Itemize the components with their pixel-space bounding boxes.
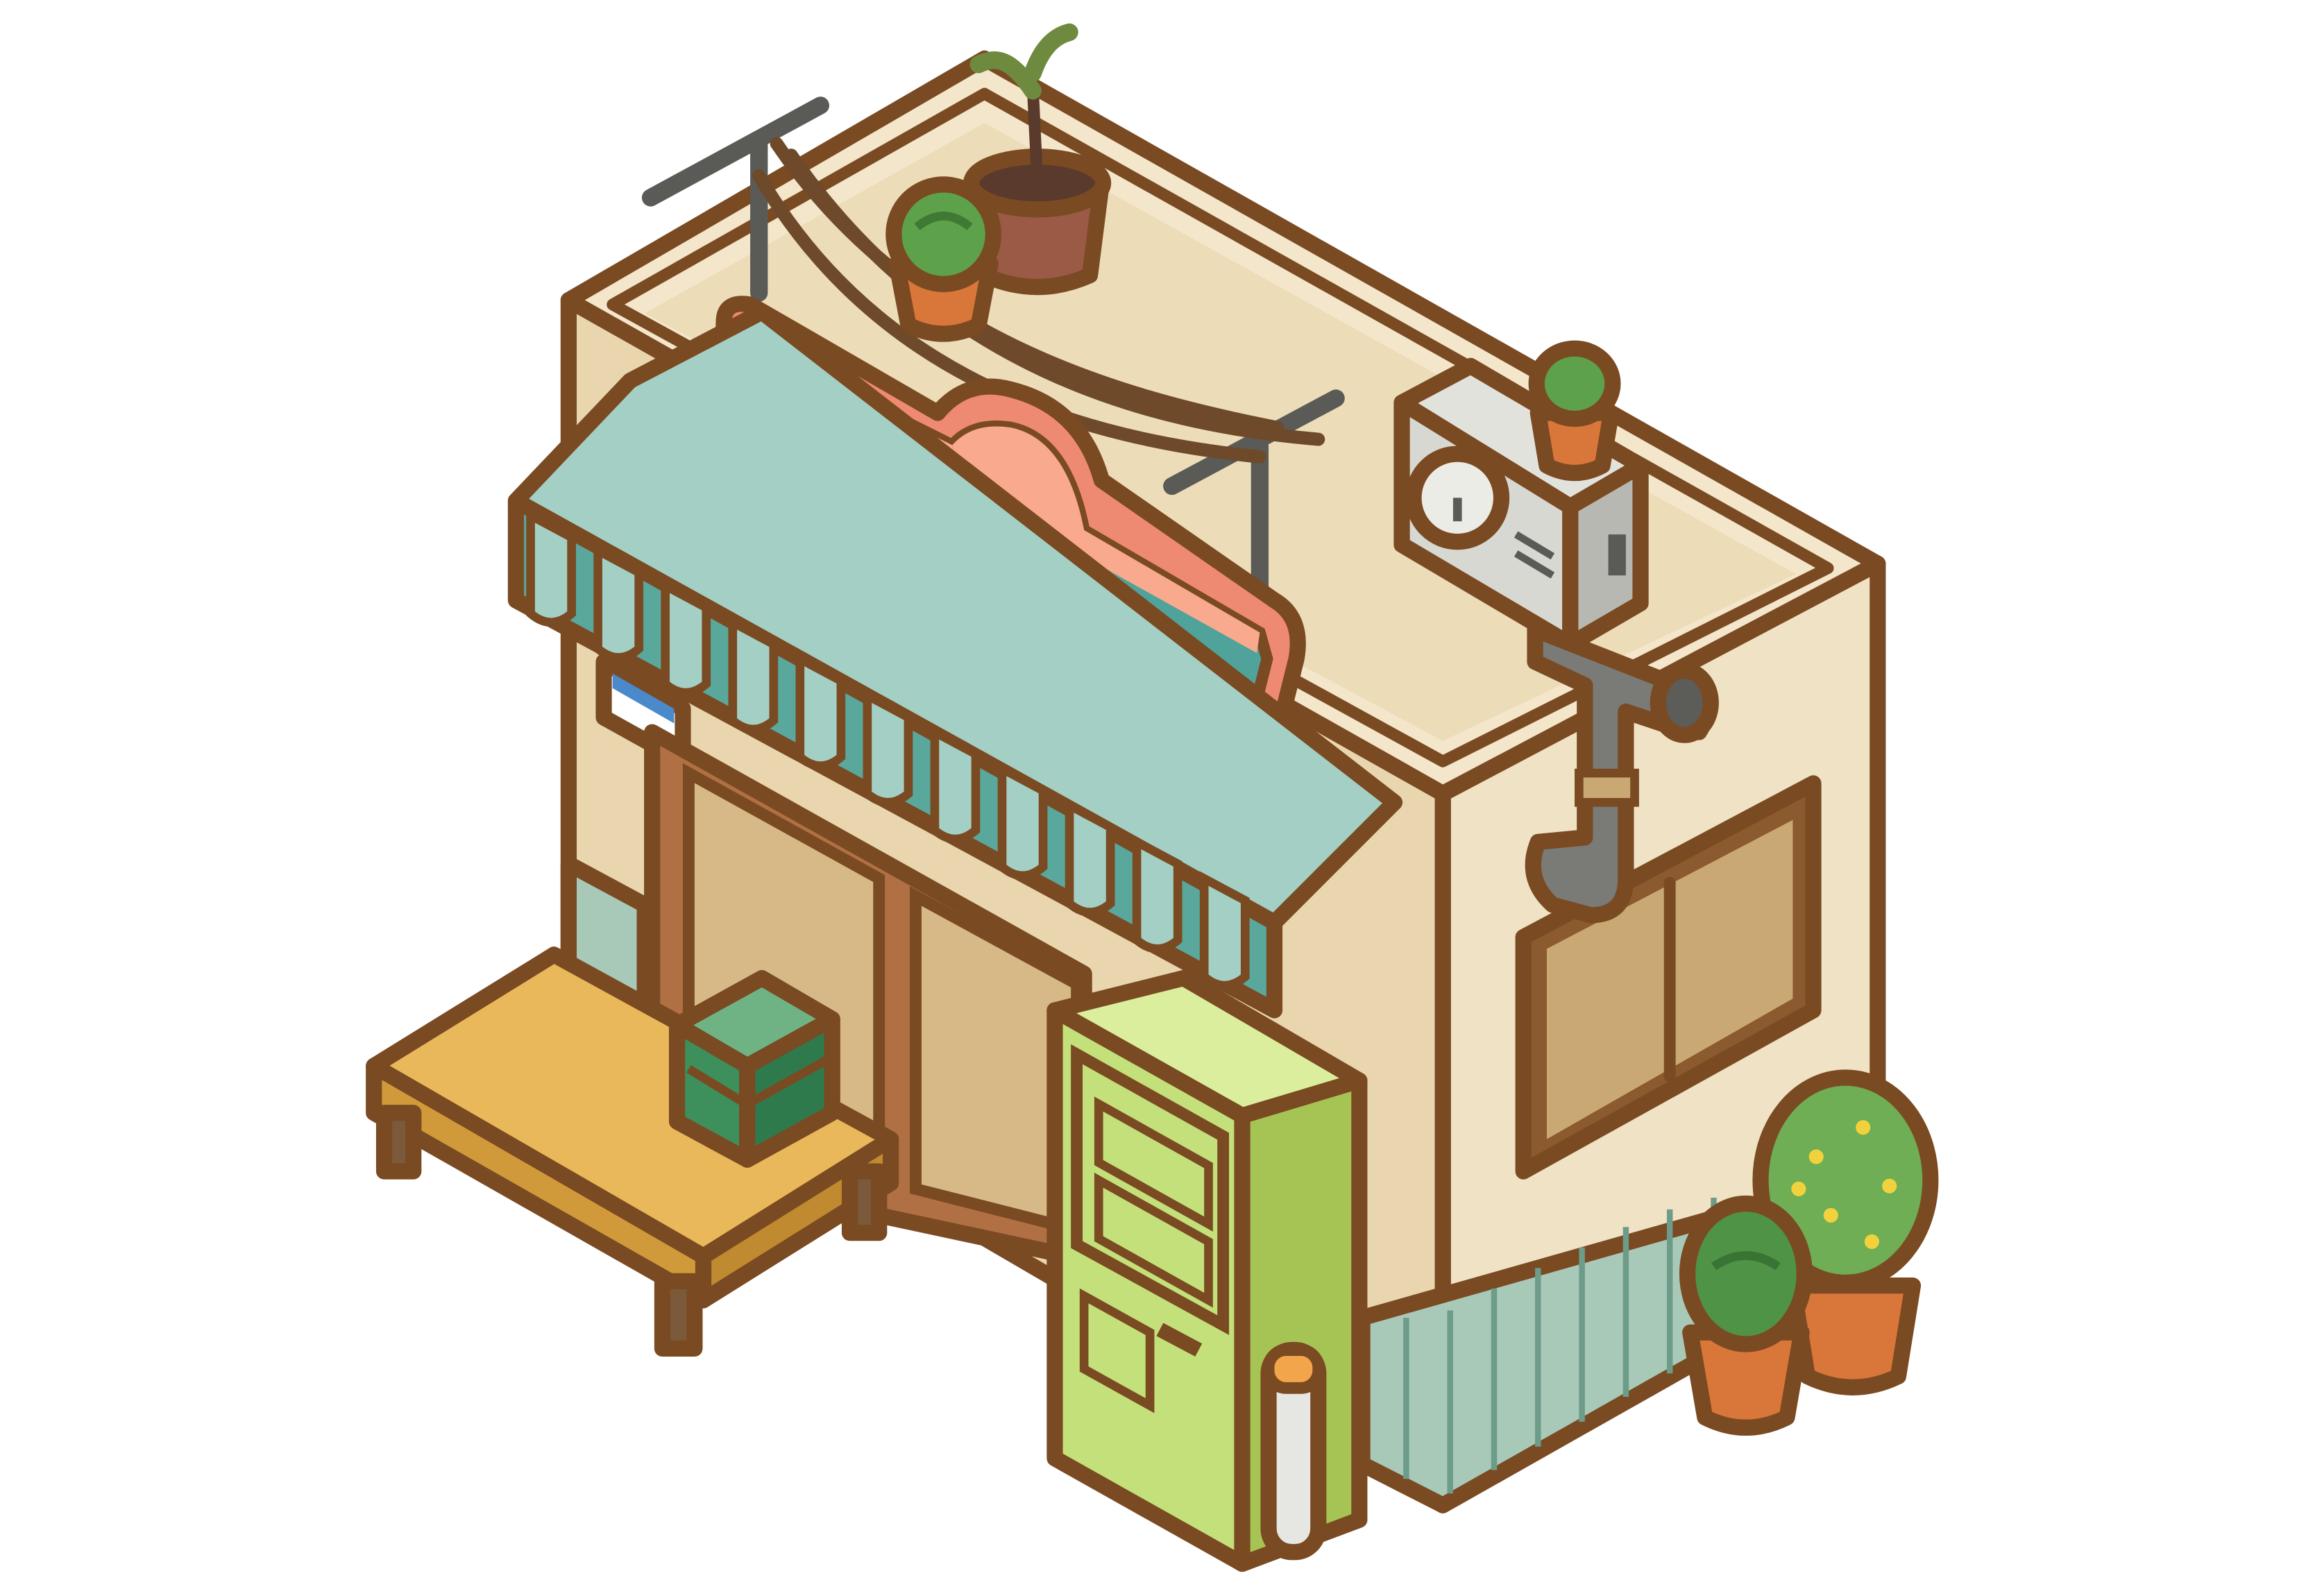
potted-plant-icon: [1528, 340, 1621, 482]
crate-icon: [668, 969, 840, 1168]
bollard-icon: [1260, 1341, 1327, 1561]
isometric-shop-scene: [0, 0, 2297, 1596]
potted-plant-icon: [1679, 1195, 1813, 1436]
shop-illustration: [366, 23, 1939, 1572]
potted-plant-icon: [885, 176, 1001, 342]
